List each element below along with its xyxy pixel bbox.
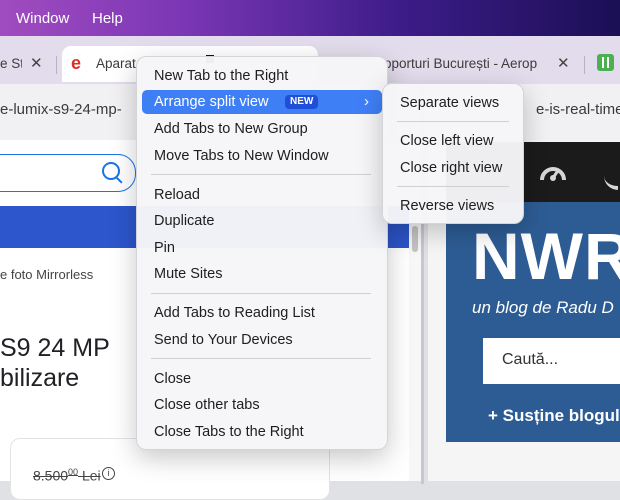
- menu-item-close-other-tabs[interactable]: Close other tabs: [142, 393, 382, 417]
- old-price-currency: Lei: [81, 467, 101, 484]
- old-price-amount: 8.500: [33, 467, 69, 484]
- blog-tagline: un blog de Radu D: [472, 298, 614, 317]
- breadcrumb[interactable]: e foto Mirrorless: [0, 267, 93, 282]
- menu-separator: [397, 186, 509, 187]
- speedometer-icon: [540, 167, 566, 181]
- menu-item-close-tabs-right[interactable]: Close Tabs to the Right: [142, 420, 382, 444]
- tab-context-menu: New Tab to the Right Arrange split view …: [136, 56, 388, 450]
- support-blog-button[interactable]: + Susține blogul: [488, 406, 620, 426]
- menu-item-arrange-split-view[interactable]: Arrange split view NEW ›: [142, 90, 382, 114]
- menu-separator: [397, 121, 509, 122]
- old-price: 8.50000 Lei: [33, 467, 101, 484]
- menu-item-send-devices[interactable]: Send to Your Devices: [142, 328, 382, 352]
- tab-previous-label: e St: [0, 56, 22, 71]
- menu-item-new-tab-right[interactable]: New Tab to the Right: [142, 64, 382, 88]
- new-badge: NEW: [285, 95, 319, 109]
- menu-item-add-tabs-group[interactable]: Add Tabs to New Group: [142, 117, 382, 141]
- emag-favicon-icon: e: [71, 53, 82, 73]
- tab-airport-label: oporturi București - Aerop: [384, 56, 538, 71]
- tab-separator: [56, 56, 57, 74]
- menu-item-move-tabs-window[interactable]: Move Tabs to New Window: [142, 144, 382, 168]
- product-title-line2: bilizare: [0, 364, 80, 392]
- product-title-line1: S9 24 MP: [0, 334, 110, 362]
- menu-item-close[interactable]: Close: [142, 367, 382, 391]
- menu-separator: [151, 358, 371, 359]
- left-address-url[interactable]: e-lumix-s9-24-mp-: [0, 101, 122, 118]
- menu-separator: [151, 174, 371, 175]
- menu-item-mute-sites[interactable]: Mute Sites: [142, 262, 382, 286]
- tab-previous[interactable]: e St ✕: [0, 46, 56, 82]
- menu-item-duplicate[interactable]: Duplicate: [142, 209, 382, 233]
- menu-help[interactable]: Help: [92, 10, 123, 27]
- menu-item-reload[interactable]: Reload: [142, 183, 382, 207]
- menu-item-reading-list[interactable]: Add Tabs to Reading List: [142, 301, 382, 325]
- menu-item-pin[interactable]: Pin: [142, 236, 382, 260]
- tab-close-icon[interactable]: ✕: [557, 54, 570, 72]
- search-icon[interactable]: [102, 162, 120, 180]
- submenu-item-separate-views[interactable]: Separate views: [388, 91, 518, 115]
- tab-airport[interactable]: oporturi București - Aerop ✕: [384, 46, 584, 82]
- left-scrollbar-thumb[interactable]: [412, 226, 418, 252]
- extension-tab-icon[interactable]: [597, 54, 614, 71]
- menu-window[interactable]: Window: [16, 10, 69, 27]
- submenu-item-close-left-view[interactable]: Close left view: [388, 129, 518, 153]
- macos-menu-bar: Window Help: [0, 0, 620, 36]
- tab-close-icon[interactable]: ✕: [30, 54, 43, 72]
- menu-separator: [151, 293, 371, 294]
- blog-search-placeholder: Caută...: [502, 351, 559, 368]
- submenu-item-reverse-views[interactable]: Reverse views: [388, 194, 518, 218]
- old-price-decimals: 00: [68, 467, 79, 477]
- info-icon[interactable]: i: [102, 467, 115, 480]
- split-view-submenu: Separate views Close left view Close rig…: [382, 83, 524, 224]
- tab-separator: [584, 56, 585, 74]
- right-address-url[interactable]: e-is-real-time: [536, 101, 620, 118]
- submenu-item-close-right-view[interactable]: Close right view: [388, 156, 518, 180]
- chevron-right-icon: ›: [364, 93, 369, 110]
- blog-logo[interactable]: NWR: [472, 218, 620, 294]
